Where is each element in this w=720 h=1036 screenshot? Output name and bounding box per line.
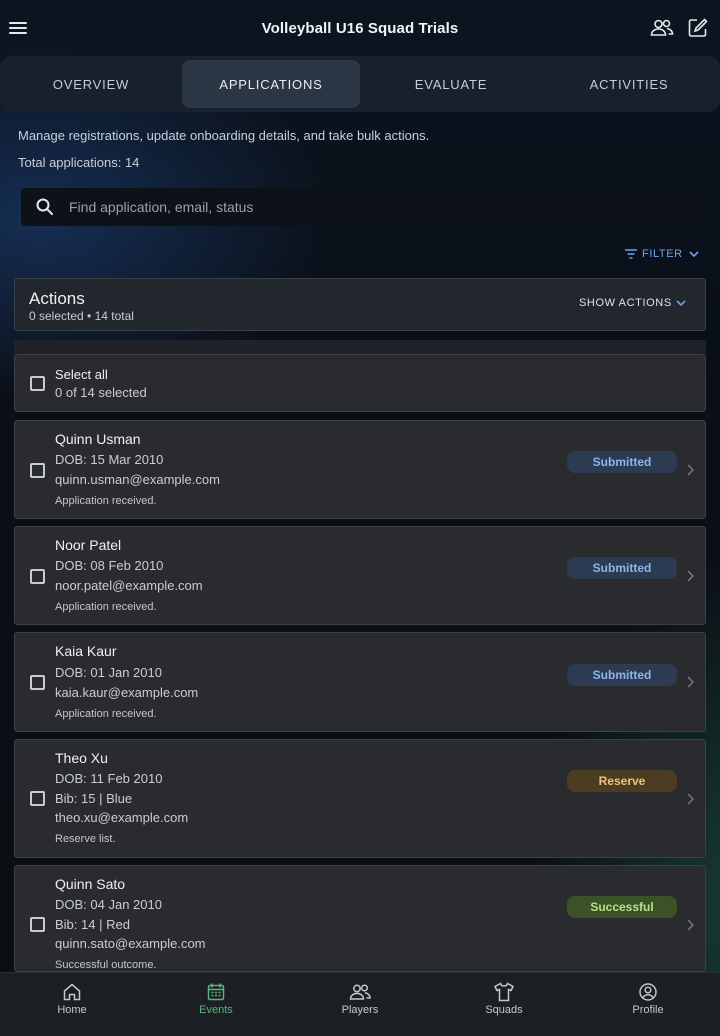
select-all-label: Select all <box>55 367 108 382</box>
row-checkbox[interactable] <box>30 463 45 478</box>
nav-events-label: Events <box>199 1004 233 1016</box>
status-badge: Submitted <box>567 664 677 686</box>
status-badge: Submitted <box>567 451 677 473</box>
filter-label: FILTER <box>642 248 683 260</box>
applicant-email: quinn.sato@example.com <box>55 936 206 951</box>
actions-summary: 0 selected • 14 total <box>29 309 134 323</box>
row-checkbox[interactable] <box>30 569 45 584</box>
actions-title: Actions <box>29 289 85 308</box>
calendar-icon <box>207 983 225 1001</box>
show-actions-button[interactable]: SHOW ACTIONS <box>579 297 688 309</box>
applicant-dob: DOB: 04 Jan 2010 <box>55 897 162 912</box>
home-icon <box>63 983 81 1001</box>
tab-applications[interactable]: APPLICATIONS <box>182 60 360 108</box>
status-badge: Reserve <box>567 770 677 792</box>
applicant-bib: Bib: 14 | Red <box>55 917 130 932</box>
applicant-dob: DOB: 08 Feb 2010 <box>55 558 164 573</box>
chevron-right-icon <box>687 570 695 582</box>
shirt-icon <box>494 982 514 1002</box>
nav-players[interactable]: Players <box>288 973 432 1036</box>
search-bar <box>21 188 700 226</box>
nav-profile[interactable]: Profile <box>576 973 720 1036</box>
applicant-name: Quinn Sato <box>55 876 126 892</box>
edit-icon[interactable] <box>684 14 712 42</box>
row-checkbox[interactable] <box>30 791 45 806</box>
divider <box>14 340 706 354</box>
status-badge: Successful <box>567 896 677 918</box>
players-icon <box>349 984 371 1000</box>
select-all-checkbox[interactable] <box>30 376 45 391</box>
applicant-dob: DOB: 01 Jan 2010 <box>55 665 162 680</box>
applicant-email: noor.patel@example.com <box>55 578 203 593</box>
page-title: Volleyball U16 Squad Trials <box>261 19 459 37</box>
top-app-bar: Volleyball U16 Squad Trials <box>0 0 720 56</box>
actions-panel: Actions 0 selected • 14 total SHOW ACTIO… <box>14 278 706 331</box>
applicant-dob: DOB: 11 Feb 2010 <box>55 771 163 786</box>
chevron-right-icon <box>687 919 695 931</box>
application-card[interactable]: Quinn Usman DOB: 15 Mar 2010 quinn.usman… <box>14 420 706 519</box>
profile-icon <box>639 983 657 1001</box>
applicant-name: Theo Xu <box>55 750 108 766</box>
chevron-down-icon <box>676 300 686 307</box>
nav-squads-label: Squads <box>485 1004 523 1016</box>
filter-button[interactable]: FILTER <box>624 246 705 262</box>
application-note: Application received. <box>55 495 157 507</box>
show-actions-label: SHOW ACTIONS <box>579 297 672 309</box>
page-description: Manage registrations, update onboarding … <box>18 128 430 143</box>
chevron-down-icon <box>689 251 699 258</box>
row-checkbox[interactable] <box>30 917 45 932</box>
application-note: Application received. <box>55 601 157 613</box>
applicant-dob: DOB: 15 Mar 2010 <box>55 452 164 467</box>
application-note: Reserve list. <box>55 833 116 845</box>
menu-icon[interactable] <box>4 14 32 42</box>
applicant-name: Noor Patel <box>55 537 122 553</box>
chevron-right-icon <box>687 464 695 476</box>
nav-players-label: Players <box>341 1004 379 1016</box>
status-badge: Submitted <box>567 557 677 579</box>
application-card[interactable]: Theo Xu DOB: 11 Feb 2010 Bib: 15 | Blue … <box>14 739 706 858</box>
applicant-email: quinn.usman@example.com <box>55 472 220 487</box>
filter-icon <box>625 249 637 259</box>
tab-evaluate[interactable]: EVALUATE <box>362 60 540 108</box>
applicant-name: Quinn Usman <box>55 431 141 447</box>
select-all-row: Select all 0 of 14 selected <box>14 354 706 412</box>
row-checkbox[interactable] <box>30 675 45 690</box>
application-card[interactable]: Kaia Kaur DOB: 01 Jan 2010 kaia.kaur@exa… <box>14 632 706 732</box>
selected-count: 0 of 14 selected <box>55 385 147 400</box>
total-applications: Total applications: 14 <box>18 155 140 170</box>
nav-home-label: Home <box>57 1004 87 1016</box>
application-card[interactable]: Quinn Sato DOB: 04 Jan 2010 Bib: 14 | Re… <box>14 865 706 972</box>
application-note: Application received. <box>55 708 157 720</box>
tab-overview[interactable]: OVERVIEW <box>2 60 180 108</box>
tab-activities[interactable]: ACTIVITIES <box>540 60 718 108</box>
people-icon[interactable] <box>648 14 676 42</box>
applicant-email: theo.xu@example.com <box>55 810 189 825</box>
nav-events[interactable]: Events <box>144 973 288 1036</box>
application-note: Successful outcome. <box>55 959 157 971</box>
chevron-right-icon <box>687 793 695 805</box>
search-input[interactable] <box>69 199 669 215</box>
nav-home[interactable]: Home <box>0 973 144 1036</box>
app-root: Volleyball U16 Squad Trials OVERVIEW APP… <box>0 0 720 1036</box>
nav-squads[interactable]: Squads <box>432 973 576 1036</box>
applicant-name: Kaia Kaur <box>55 643 117 659</box>
bottom-navigation: Home Events Players Squads Profile <box>0 972 720 1036</box>
application-card[interactable]: Noor Patel DOB: 08 Feb 2010 noor.patel@e… <box>14 526 706 625</box>
tab-bar: OVERVIEW APPLICATIONS EVALUATE ACTIVITIE… <box>0 56 720 112</box>
nav-profile-label: Profile <box>632 1004 664 1016</box>
chevron-right-icon <box>687 676 695 688</box>
search-icon <box>36 198 53 215</box>
applicant-bib: Bib: 15 | Blue <box>55 791 133 806</box>
applicant-email: kaia.kaur@example.com <box>55 685 199 700</box>
